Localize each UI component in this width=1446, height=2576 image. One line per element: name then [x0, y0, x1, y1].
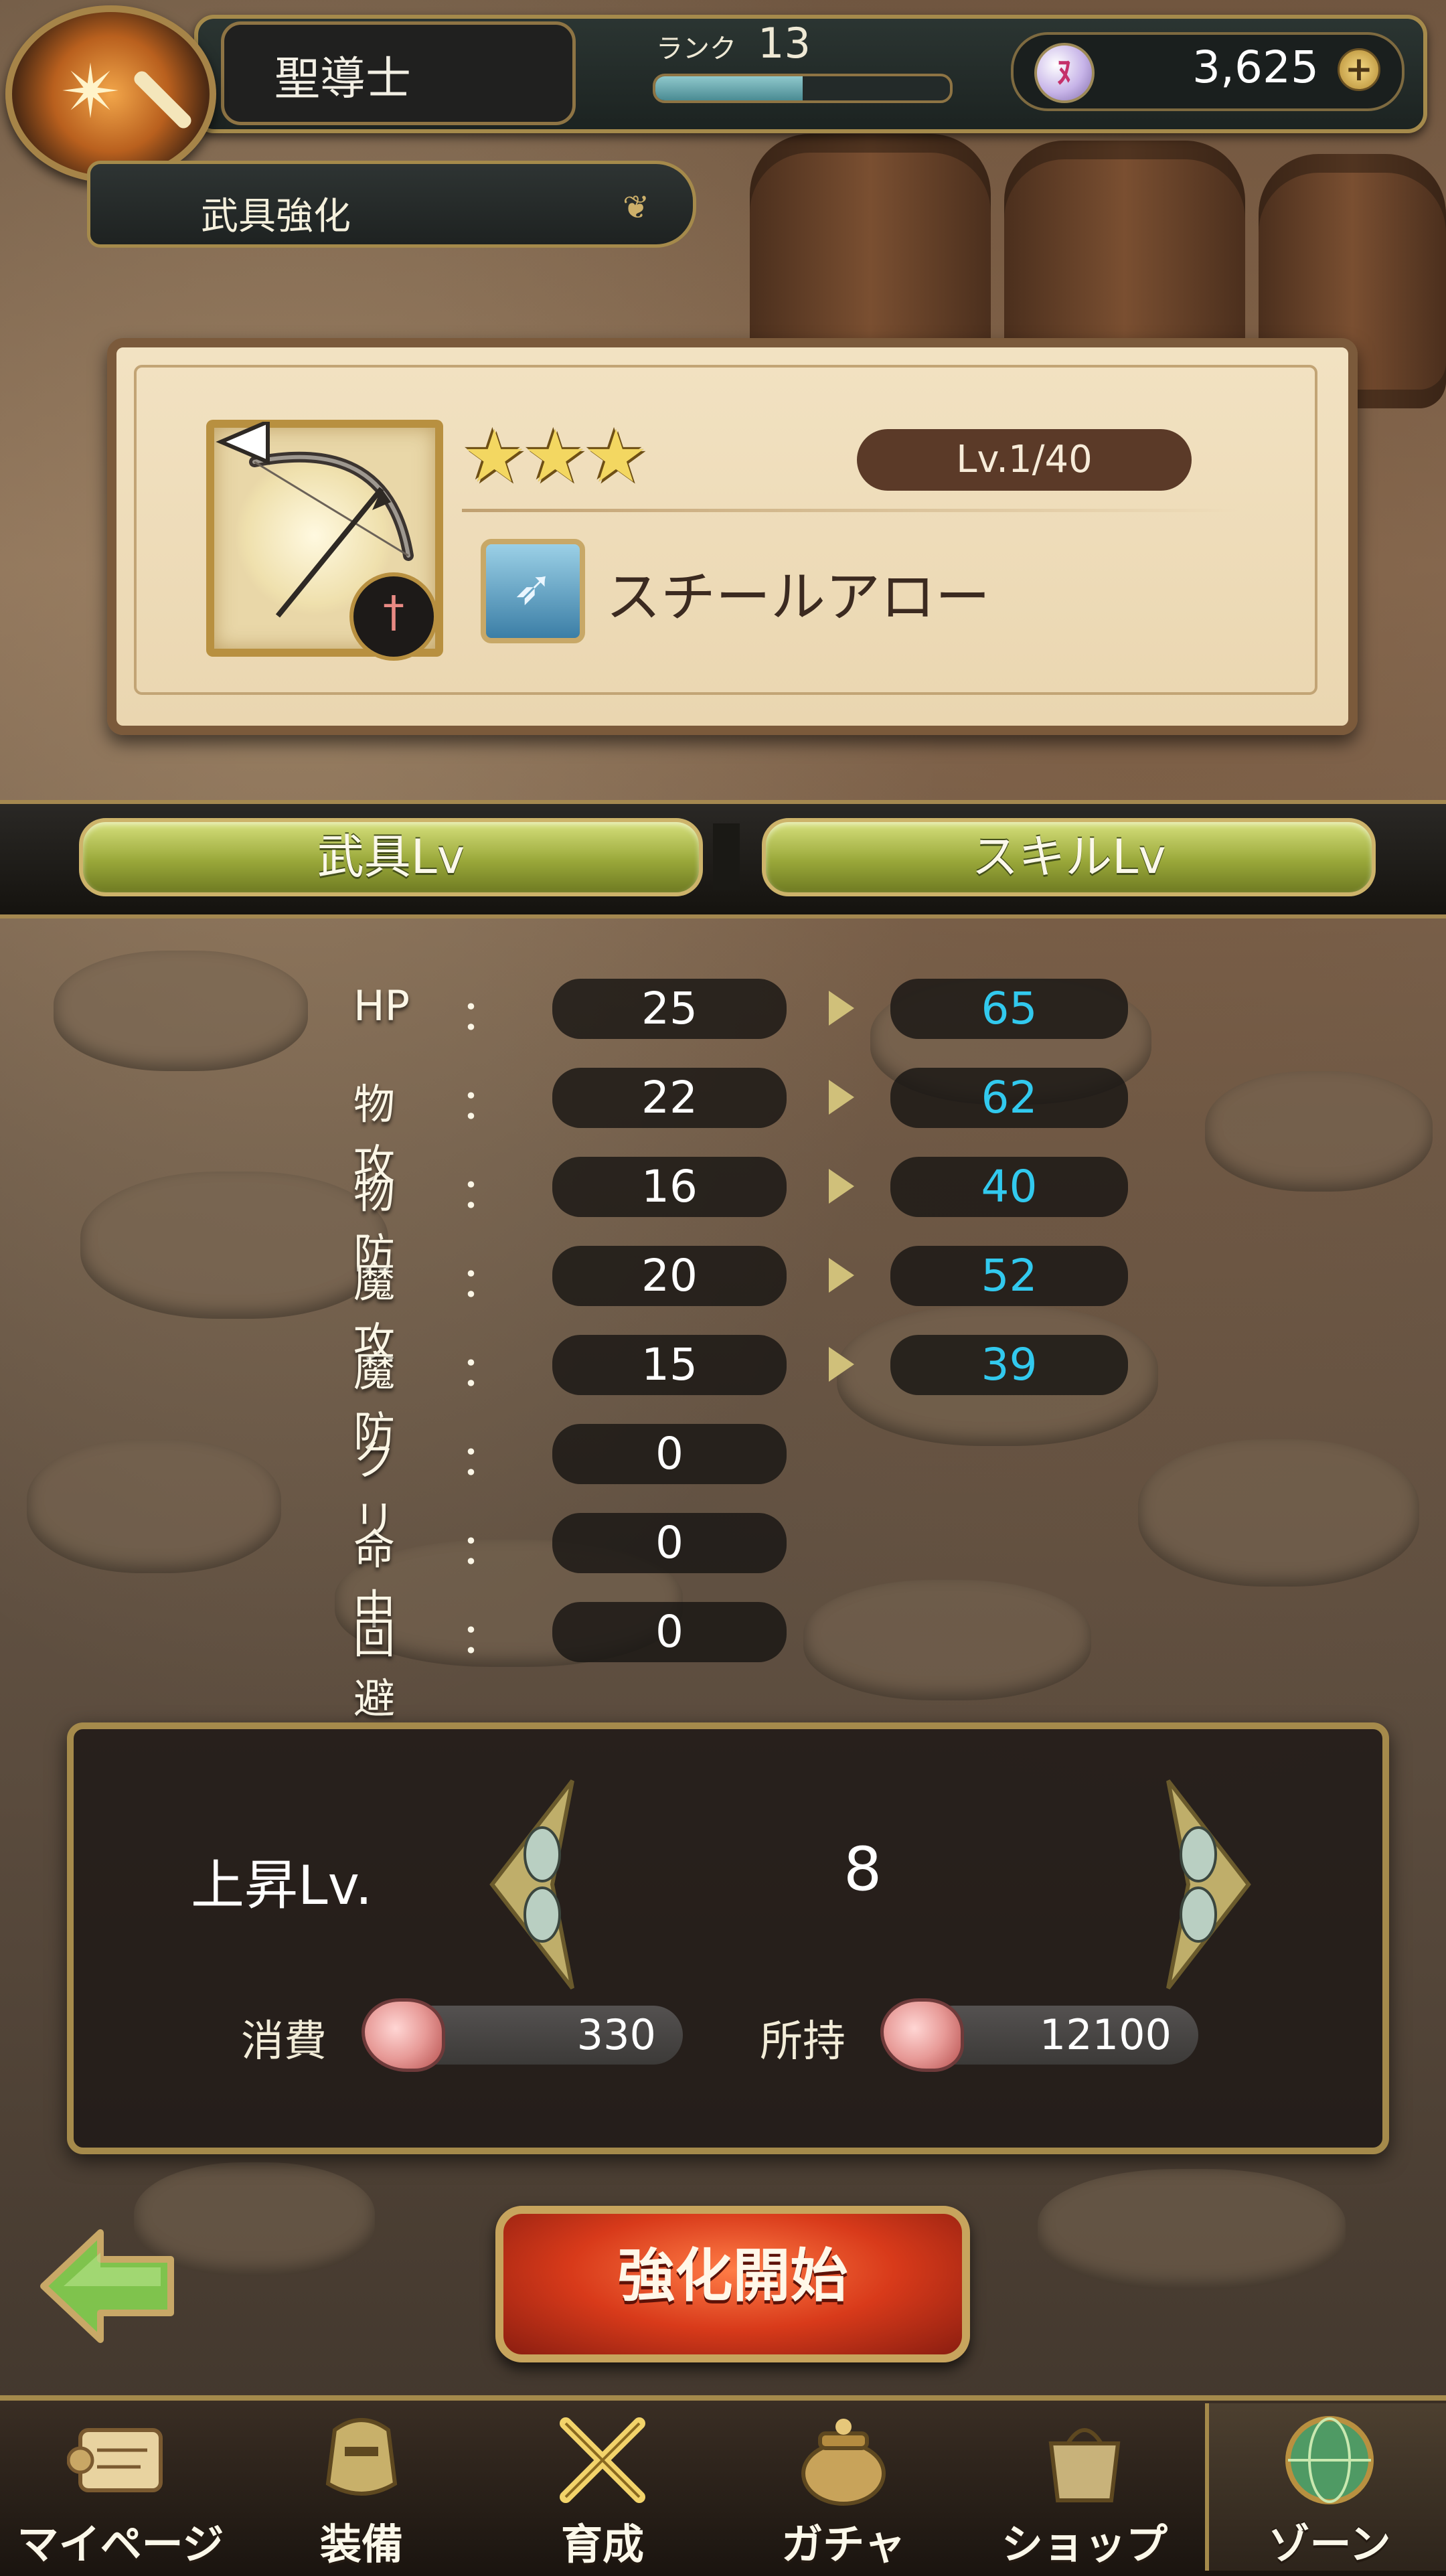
stat-next: 39	[890, 1335, 1128, 1395]
stat-next: 62	[890, 1068, 1128, 1128]
stat-label: HP	[353, 981, 410, 1030]
wand-icon	[131, 68, 194, 131]
stat-current: 0	[552, 1602, 787, 1662]
nav-label: マイページ	[17, 2520, 224, 2569]
card-divider	[462, 509, 1238, 512]
nav-item-shop[interactable]: ショップ	[964, 2403, 1205, 2571]
stat-colon: ：	[461, 991, 503, 1040]
rank-progress-fill	[655, 76, 803, 100]
arrow-right-icon	[829, 991, 854, 1026]
screen-title: 武具強化	[201, 195, 351, 238]
increase-level-button[interactable]	[1148, 1774, 1262, 1995]
stat-colon: ：	[461, 1080, 503, 1129]
stat-current: 0	[552, 1513, 787, 1573]
nav-item-zone[interactable]: ゾーン	[1205, 2403, 1446, 2571]
class-name: 聖導士	[274, 53, 412, 106]
arrow-right-icon	[829, 1347, 854, 1382]
nav-item-gacha[interactable]: ガチャ	[723, 2403, 964, 2571]
stat-next: 40	[890, 1157, 1128, 1217]
rank-value: 13	[758, 19, 811, 68]
ornament-icon: ❦	[623, 189, 650, 226]
stat-current: 25	[552, 979, 787, 1039]
decrease-level-button[interactable]	[479, 1774, 592, 1995]
screen-title-plate	[87, 161, 696, 248]
start-enhance-button[interactable]: 強化開始	[495, 2206, 970, 2362]
stat-colon: ：	[461, 1347, 503, 1396]
stat-current: 16	[552, 1157, 787, 1217]
stat-colon: ：	[461, 1436, 503, 1485]
tab-divider	[713, 823, 740, 890]
gem-icon: ﾇ	[1034, 43, 1095, 103]
nav-label: ゾーン	[1268, 2520, 1391, 2569]
arrow-right-icon	[829, 1080, 854, 1115]
tab-weapon-level[interactable]: 武具Lv	[79, 818, 703, 896]
rank-label: ランク	[656, 33, 736, 64]
nav-label: 育成	[560, 2520, 644, 2569]
stat-current: 0	[552, 1424, 787, 1484]
weapon-level: Lv.1/40	[857, 429, 1192, 491]
gem-count: 3,625	[1192, 42, 1319, 93]
back-arrow-icon[interactable]	[37, 2226, 181, 2346]
stat-next: 65	[890, 979, 1128, 1039]
rarity-stars: ★★★	[462, 415, 648, 499]
bow-type-icon: ➶	[481, 539, 585, 643]
stat-colon: ：	[461, 1169, 503, 1218]
class-emblem-icon[interactable]: ✴	[5, 5, 216, 183]
nav-label: ショップ	[1001, 2520, 1168, 2569]
arrow-right-icon	[829, 1169, 854, 1204]
stat-next: 52	[890, 1246, 1128, 1306]
tab-skill-level[interactable]: スキルLv	[762, 818, 1376, 896]
nav-label: 装備	[319, 2520, 403, 2569]
add-gems-button[interactable]: +	[1338, 48, 1380, 91]
arrow-right-icon	[829, 1258, 854, 1293]
nav-item-training[interactable]: 育成	[482, 2403, 723, 2571]
stat-label: 回避	[353, 1614, 396, 1723]
level-up-label: 上昇Lv.	[191, 1854, 373, 1917]
nav-item-equipment[interactable]: 装備	[241, 2403, 482, 2571]
nav-item-mypage[interactable]: マイページ	[0, 2403, 241, 2571]
globe-icon	[1285, 2416, 1374, 2504]
sword-icon: †	[349, 572, 438, 661]
stat-colon: ：	[461, 1614, 503, 1663]
scroll-icon	[67, 2428, 163, 2492]
star-burst-icon: ✴	[60, 49, 123, 135]
stat-current: 22	[552, 1068, 787, 1128]
stat-current: 15	[552, 1335, 787, 1395]
armor-icon	[325, 2418, 398, 2496]
weapon-name: スチールアロー	[606, 566, 991, 629]
owned-label: 所持	[760, 2017, 846, 2067]
rank-progress-bar	[653, 74, 953, 103]
stat-current: 20	[552, 1246, 787, 1306]
swords-icon	[560, 2417, 645, 2503]
pot-icon	[801, 2419, 886, 2506]
stat-colon: ：	[461, 1258, 503, 1307]
stat-colon: ：	[461, 1525, 503, 1574]
owned-value: 12100	[924, 2006, 1198, 2065]
nav-label: ガチャ	[781, 2520, 906, 2569]
bag-icon	[1048, 2428, 1121, 2502]
level-up-value: 8	[843, 1834, 882, 1905]
consume-label: 消費	[241, 2017, 327, 2067]
